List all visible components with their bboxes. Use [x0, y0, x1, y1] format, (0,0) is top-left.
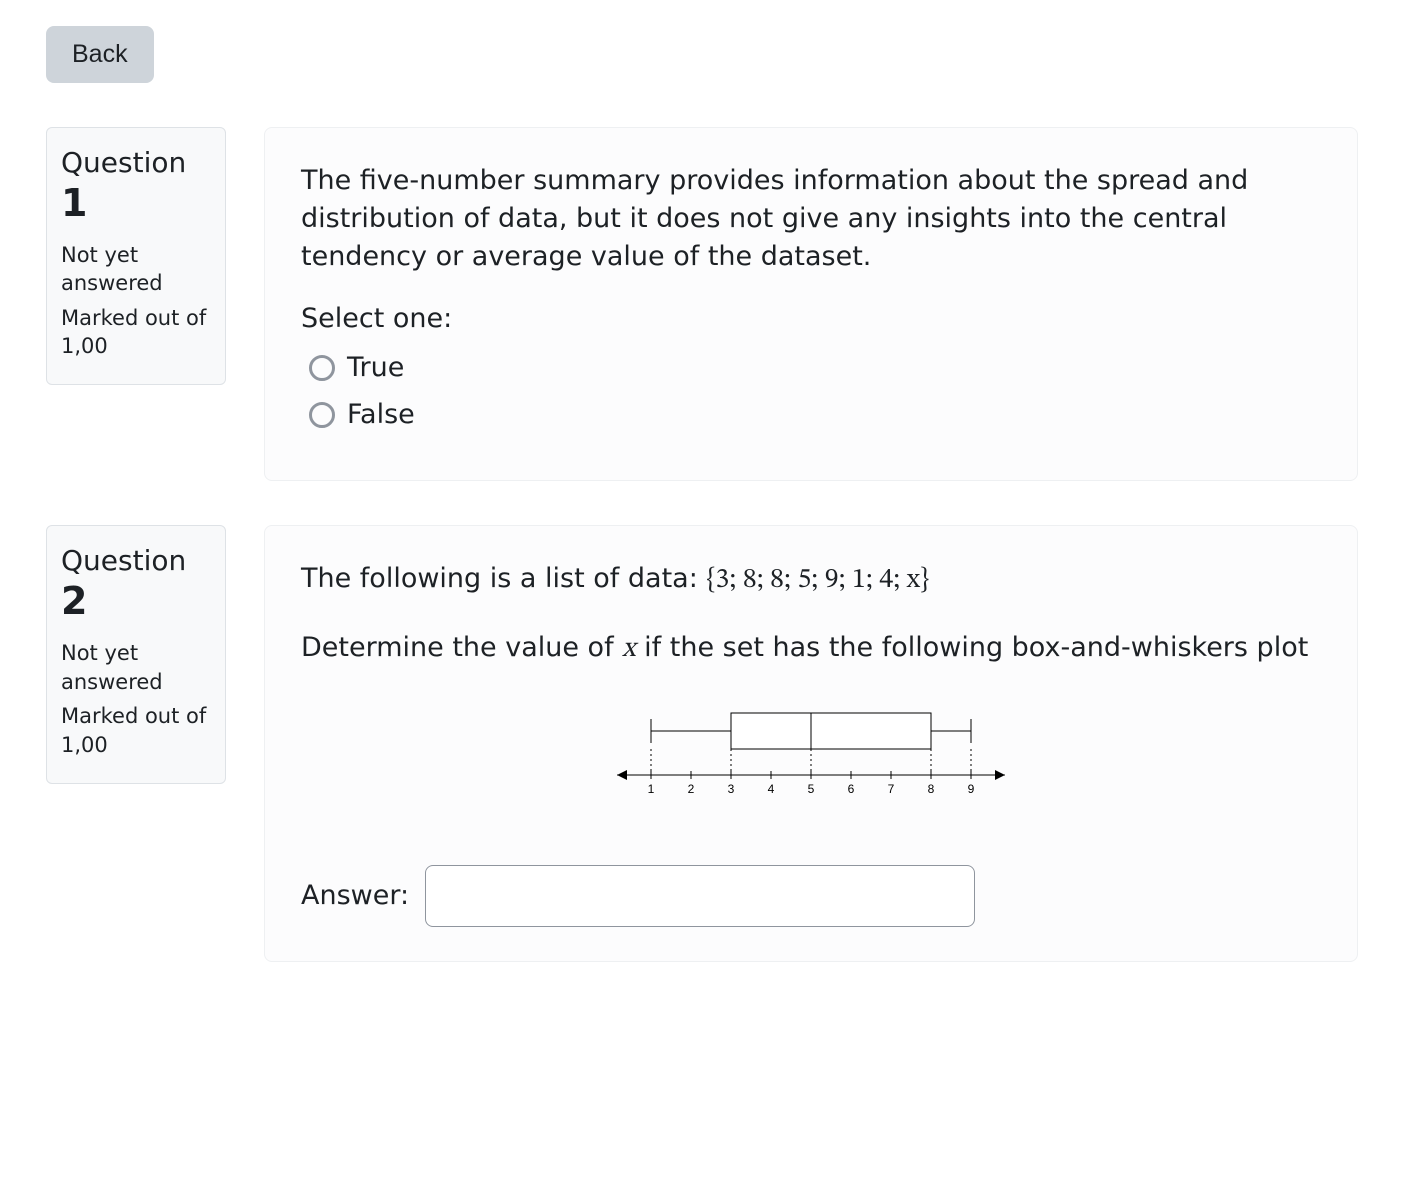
option-true-label[interactable]: True: [347, 352, 404, 383]
svg-text:2: 2: [688, 782, 695, 796]
svg-text:4: 4: [768, 782, 775, 796]
question-mark: Marked out of 1,00: [61, 304, 211, 361]
question-1-info-panel: Question 1 Not yet answered Marked out o…: [46, 127, 226, 385]
answer-input[interactable]: [425, 865, 975, 927]
svg-text:5: 5: [808, 782, 815, 796]
question-label: Question: [61, 542, 211, 580]
question-1-text: The five-number summary provides informa…: [301, 162, 1321, 275]
question-label: Question: [61, 144, 211, 182]
option-false[interactable]: False: [309, 399, 1321, 430]
question-mark: Marked out of 1,00: [61, 702, 211, 759]
question-number: 1: [61, 178, 211, 229]
question-2-line1: The following is a list of data: {3; 8; …: [301, 560, 1321, 600]
option-false-label[interactable]: False: [347, 399, 415, 430]
question-2-line2: Determine the value of x if the set has …: [301, 629, 1321, 669]
boxplot-svg: 1 2 3 4 5 6 7 8 9: [611, 695, 1011, 815]
option-true[interactable]: True: [309, 352, 1321, 383]
svg-text:7: 7: [888, 782, 895, 796]
svg-text:1: 1: [648, 782, 655, 796]
question-number: 2: [61, 576, 211, 627]
question-status: Not yet answered: [61, 241, 211, 298]
answer-label: Answer:: [301, 880, 409, 911]
svg-text:8: 8: [928, 782, 935, 796]
radio-icon[interactable]: [309, 355, 335, 381]
question-1-content: The five-number summary provides informa…: [264, 127, 1358, 481]
radio-icon[interactable]: [309, 402, 335, 428]
question-status: Not yet answered: [61, 639, 211, 696]
question-2-info-panel: Question 2 Not yet answered Marked out o…: [46, 525, 226, 783]
svg-text:3: 3: [728, 782, 735, 796]
boxplot-figure: 1 2 3 4 5 6 7 8 9: [301, 695, 1321, 815]
svg-text:6: 6: [848, 782, 855, 796]
question-2: Question 2 Not yet answered Marked out o…: [46, 525, 1358, 961]
svg-text:9: 9: [968, 782, 975, 796]
question-2-content: The following is a list of data: {3; 8; …: [264, 525, 1358, 961]
back-button[interactable]: Back: [46, 26, 154, 83]
question-1: Question 1 Not yet answered Marked out o…: [46, 127, 1358, 481]
select-one-label: Select one:: [301, 303, 1321, 334]
